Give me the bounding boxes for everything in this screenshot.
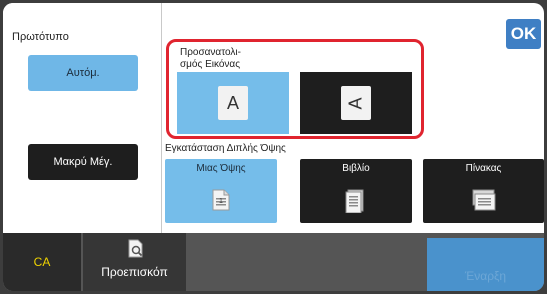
landscape-orientation-icon: A [341, 86, 371, 120]
book-duplex-icon [345, 189, 367, 218]
portrait-glyph: A [226, 92, 239, 113]
preview-label: Προεπισκόπ [101, 265, 168, 279]
duplex-setting-label: Εγκατάσταση Διπλής Όψης [165, 143, 286, 154]
duplex-option-label: Βιβλίο [342, 163, 370, 174]
landscape-glyph: A [345, 96, 366, 110]
one-sided-page-icon: 1 [212, 189, 230, 216]
duplex-book-button[interactable]: Βιβλίο [300, 159, 412, 223]
long-size-button[interactable]: Μακρύ Μέγ. [28, 144, 138, 180]
duplex-option-label: Μιας Όψης [196, 163, 246, 174]
portrait-orientation-icon: A [218, 86, 248, 120]
copy-settings-screen: Πρωτότυπο Αυτόμ. Μακρύ Μέγ. OK Προσανατο… [3, 3, 544, 291]
panel-divider [161, 3, 162, 233]
original-panel: Πρωτότυπο Αυτόμ. Μακρύ Μέγ. [3, 3, 161, 233]
duplex-one-sided-button[interactable]: Μιας Όψης 1 [165, 159, 277, 223]
orientation-landscape-button[interactable]: A [300, 72, 412, 134]
auto-size-button[interactable]: Αυτόμ. [28, 55, 138, 91]
original-title: Πρωτότυπο [12, 31, 69, 43]
preview-magnifier-icon [128, 239, 144, 264]
tablet-duplex-icon [472, 189, 496, 216]
orientation-portrait-button[interactable]: A [177, 72, 289, 134]
clear-all-button[interactable]: CA [3, 233, 81, 291]
bottom-toolbar: CA Προεπισκόπ Έναρξη [3, 233, 544, 291]
duplex-option-label: Πίνακας [465, 163, 502, 174]
svg-text:1: 1 [219, 198, 223, 205]
duplex-tablet-button[interactable]: Πίνακας [423, 159, 544, 223]
ok-button[interactable]: OK [506, 19, 541, 49]
preview-button[interactable]: Προεπισκόπ [83, 233, 186, 291]
start-button[interactable]: Έναρξη [427, 238, 544, 291]
